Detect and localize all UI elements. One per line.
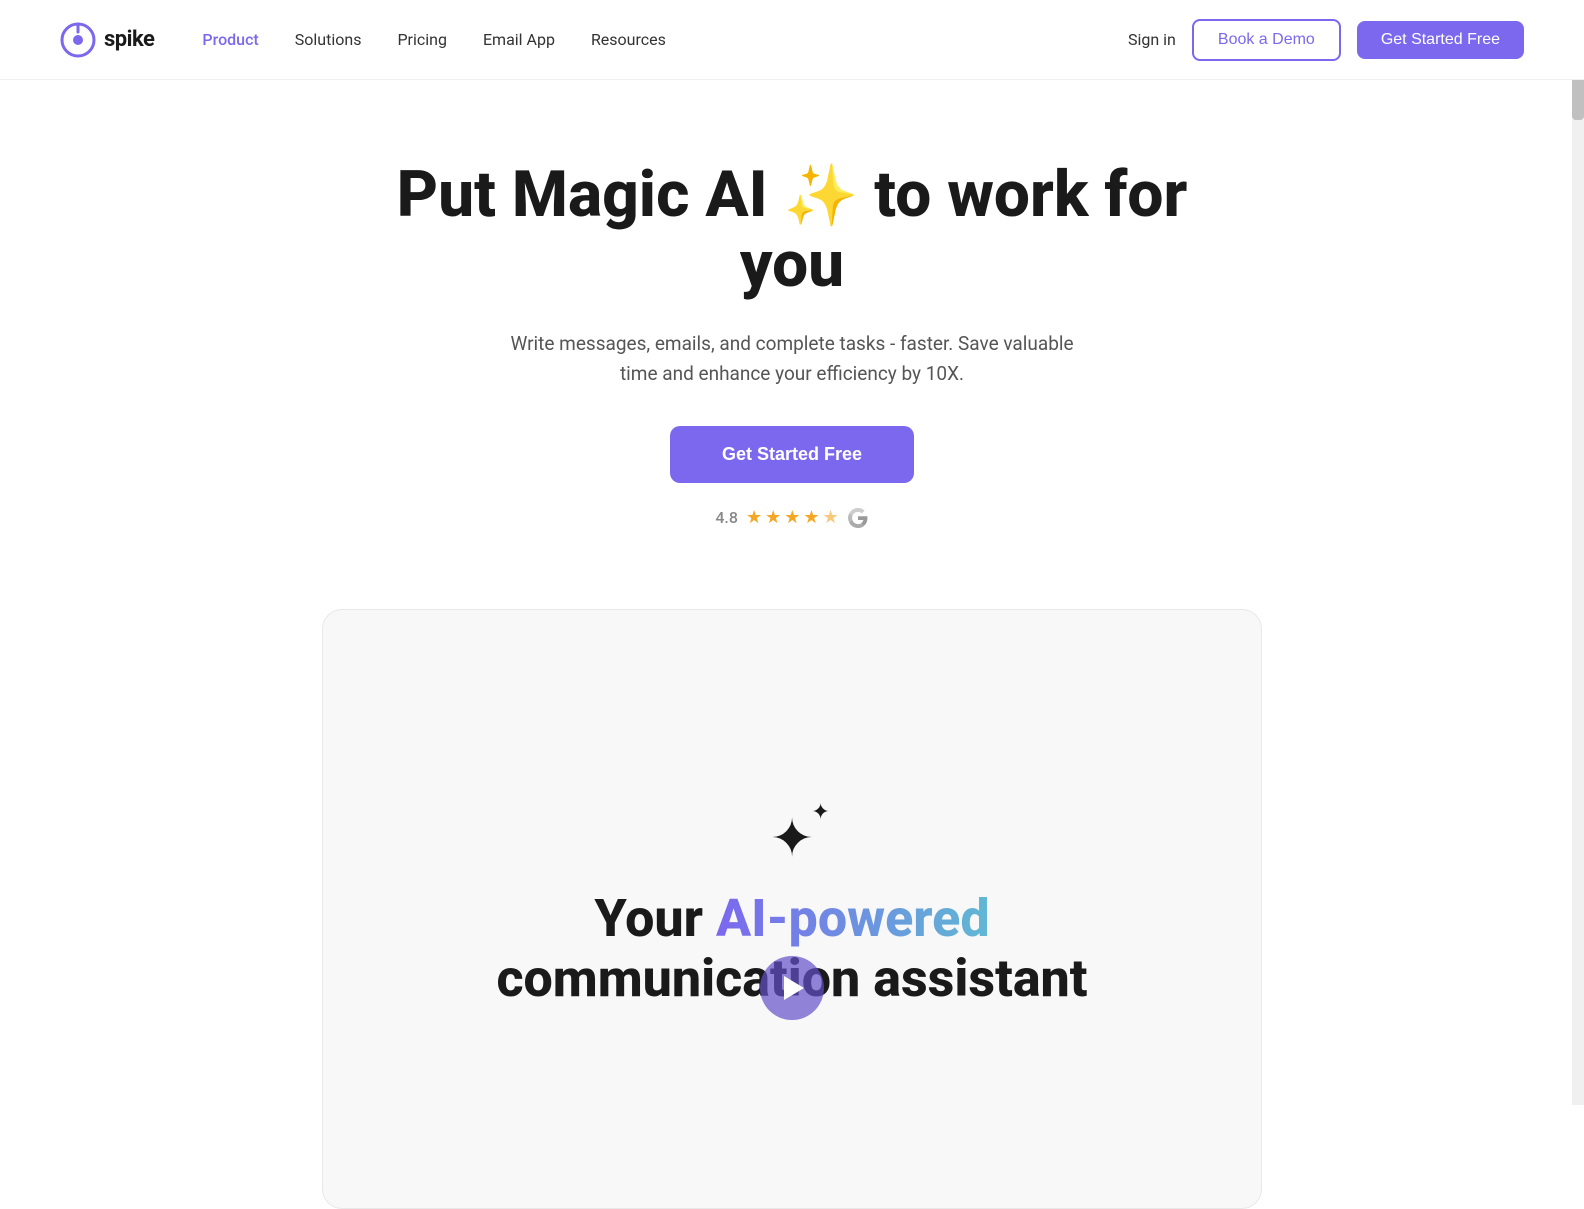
nav-link-pricing[interactable]: Pricing [397,30,447,49]
star-4: ★ [803,507,819,528]
nav-item-product[interactable]: Product [202,30,258,49]
get-started-nav-button[interactable]: Get Started Free [1357,21,1524,59]
nav-link-resources[interactable]: Resources [591,30,666,49]
nav-links: Product Solutions Pricing Email App Reso… [202,30,665,49]
logo-link[interactable]: spike [60,22,154,58]
navbar-left: spike Product Solutions Pricing Email Ap… [60,22,666,58]
hero-cta-button[interactable]: Get Started Free [670,426,914,483]
nav-link-email-app[interactable]: Email App [483,30,555,49]
play-button[interactable] [760,956,824,1020]
hero-title-before: Put Magic AI [397,157,768,232]
star-1: ★ [746,507,762,528]
hero-subtitle: Write messages, emails, and complete tas… [492,329,1092,390]
video-title-before: Your [594,888,716,949]
sign-in-link[interactable]: Sign in [1128,30,1176,49]
book-demo-button[interactable]: Book a Demo [1192,19,1341,61]
small-sparkle-icon: ✦ [811,800,829,825]
nav-link-product[interactable]: Product [202,30,258,49]
logo-text: spike [104,27,154,52]
navbar-right: Sign in Book a Demo Get Started Free [1128,19,1524,61]
main-sparkle-icon: ✦ [770,808,814,869]
star-5: ★ [823,507,839,528]
hero-title: Put Magic AI ✨ to work for you [342,160,1242,301]
rating-row: 4.8 ★ ★ ★ ★ ★ [715,507,868,529]
hero-section: Put Magic AI ✨ to work for you Write mes… [0,80,1584,569]
nav-link-solutions[interactable]: Solutions [295,30,362,49]
hero-sparkle-emoji: ✨ [784,163,859,229]
nav-item-pricing[interactable]: Pricing [397,30,447,49]
scrollbar[interactable] [1572,0,1584,1105]
video-card-container: ✦ ✦ Your AI-powered communication assist… [0,569,1584,1209]
star-rating: ★ ★ ★ ★ ★ [746,507,839,528]
star-3: ★ [784,507,800,528]
video-title-gradient: AI-powered [716,888,990,949]
nav-item-solutions[interactable]: Solutions [295,30,362,49]
spike-logo-icon [60,22,96,58]
sparkle-cluster: ✦ ✦ [770,808,814,869]
nav-item-resources[interactable]: Resources [591,30,666,49]
video-card: ✦ ✦ Your AI-powered communication assist… [322,609,1262,1209]
google-icon [847,507,869,529]
navbar: spike Product Solutions Pricing Email Ap… [0,0,1584,80]
rating-score: 4.8 [715,508,738,527]
play-triangle-icon [784,976,804,1000]
star-2: ★ [765,507,781,528]
nav-item-email-app[interactable]: Email App [483,30,555,49]
